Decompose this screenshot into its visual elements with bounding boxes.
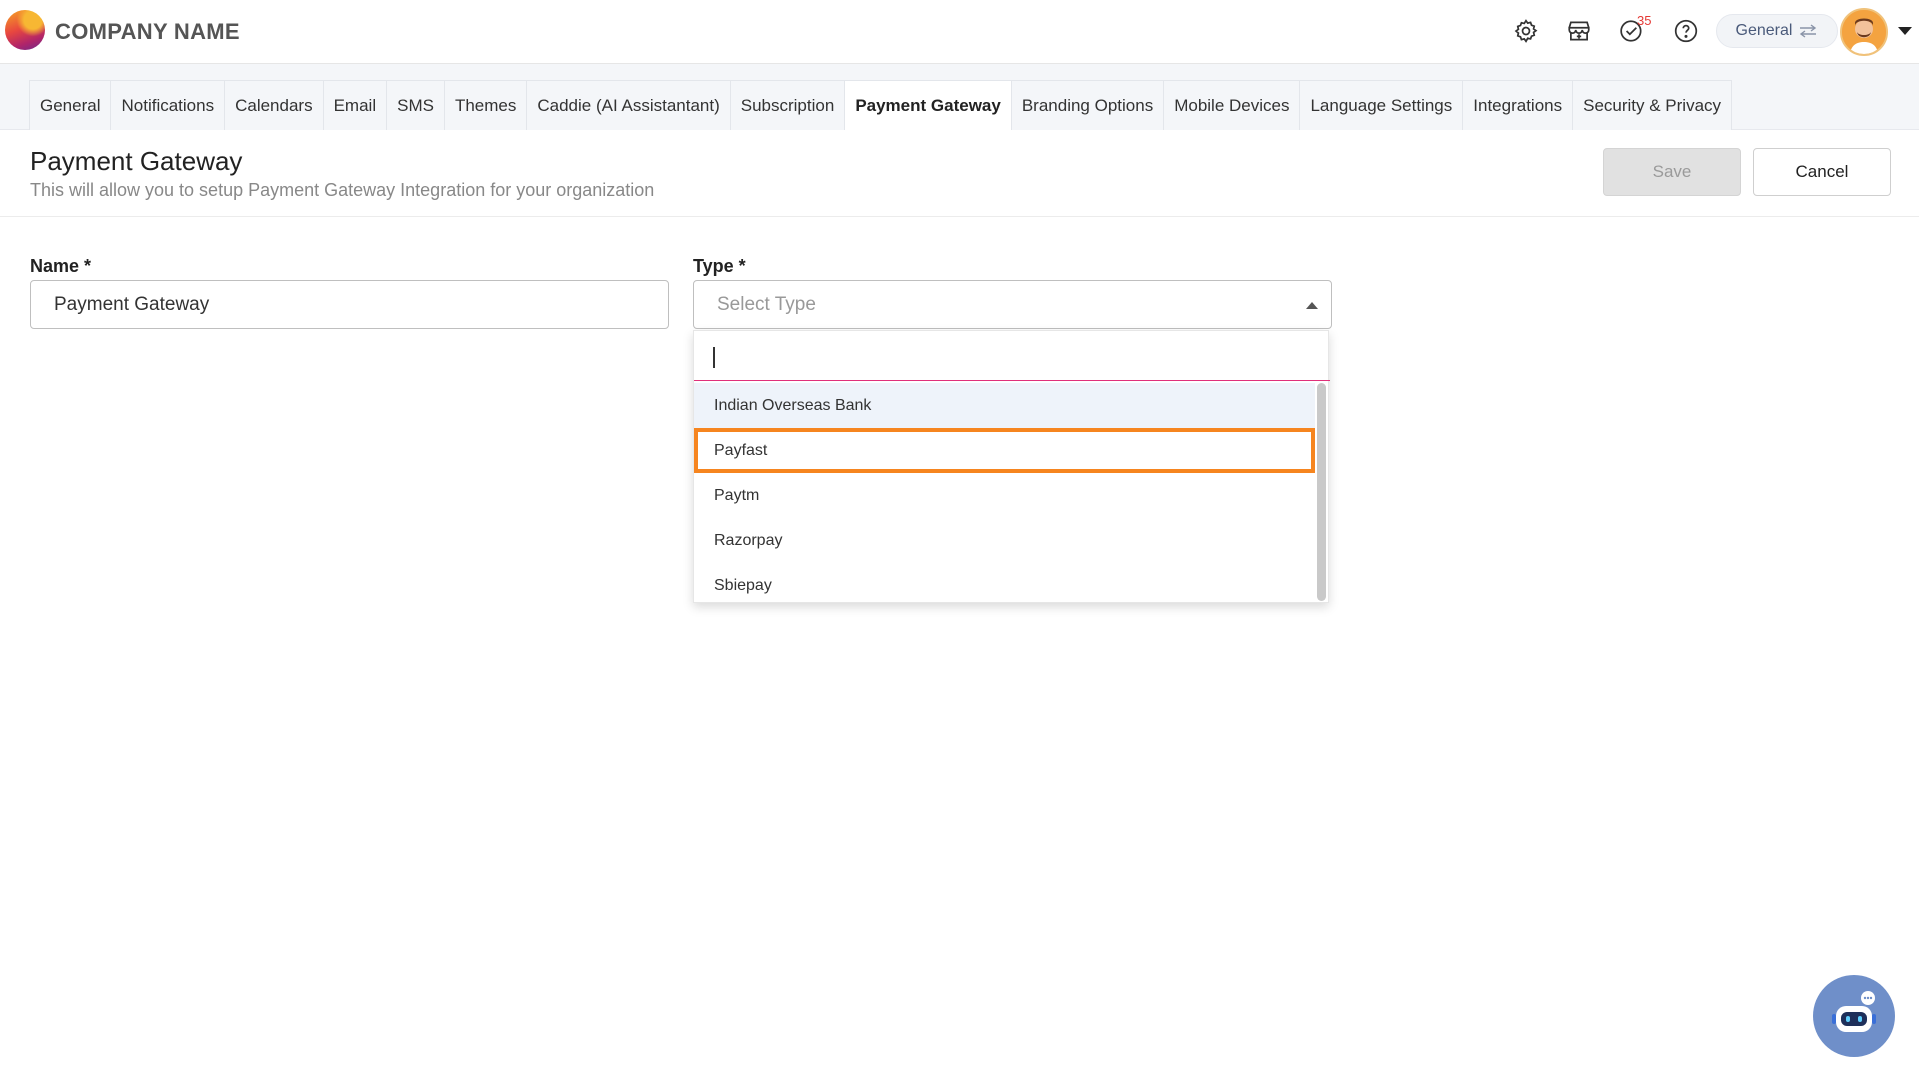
dropdown-scrollbar-thumb[interactable] — [1317, 383, 1326, 601]
option-indian-overseas-bank[interactable]: Indian Overseas Bank — [694, 383, 1315, 428]
cancel-button[interactable]: Cancel — [1753, 148, 1891, 196]
user-menu-caret-icon[interactable] — [1898, 27, 1912, 35]
tab-mobile-devices[interactable]: Mobile Devices — [1163, 80, 1301, 130]
tab-language-settings[interactable]: Language Settings — [1299, 80, 1464, 130]
org-switch-button[interactable]: General — [1716, 14, 1838, 48]
option-sbiepay[interactable]: Sbiepay — [694, 563, 1315, 608]
org-switch-label: General — [1735, 22, 1793, 39]
type-label: Type * — [693, 256, 746, 276]
top-bar: COMPANY NAME 35 General — [0, 0, 1919, 64]
option-paytm[interactable]: Paytm — [694, 473, 1315, 518]
help-icon[interactable] — [1671, 16, 1701, 46]
tab-payment-gateway[interactable]: Payment Gateway — [844, 80, 1012, 130]
name-label: Name * — [30, 256, 92, 276]
tab-caddie[interactable]: Caddie (AI Assistantant) — [526, 80, 731, 130]
dropdown-scrollbar[interactable] — [1315, 383, 1327, 601]
tab-security-privacy[interactable]: Security & Privacy — [1572, 80, 1733, 130]
save-button[interactable]: Save — [1603, 148, 1741, 196]
tab-general[interactable]: General — [29, 80, 112, 130]
tab-subscription[interactable]: Subscription — [729, 80, 846, 130]
text-cursor — [713, 347, 715, 368]
settings-icon[interactable] — [1511, 16, 1541, 46]
tab-email[interactable]: Email — [322, 80, 388, 130]
tab-themes[interactable]: Themes — [443, 80, 528, 130]
type-search-input[interactable] — [694, 331, 1330, 381]
notification-count-badge: 35 — [1637, 13, 1652, 28]
page-subtitle: This will allow you to setup Payment Gat… — [30, 180, 655, 200]
user-avatar[interactable] — [1840, 8, 1888, 56]
type-dropdown: Indian Overseas Bank Payfast Paytm Razor… — [693, 330, 1330, 603]
tab-notifications[interactable]: Notifications — [110, 80, 226, 130]
option-razorpay[interactable]: Razorpay — [694, 518, 1315, 563]
name-input[interactable]: Payment Gateway — [30, 280, 669, 329]
tab-sms[interactable]: SMS — [386, 80, 445, 130]
settings-tabs-bar: General Notifications Calendars Email SM… — [0, 64, 1919, 130]
swap-arrows-icon — [1800, 24, 1817, 38]
tab-branding-options[interactable]: Branding Options — [1010, 80, 1165, 130]
type-select-placeholder: Select Type — [717, 293, 816, 315]
tab-calendars[interactable]: Calendars — [224, 80, 324, 130]
company-logo[interactable] — [5, 10, 45, 50]
chatbot-button[interactable] — [1813, 975, 1895, 1057]
tab-integrations[interactable]: Integrations — [1462, 80, 1574, 130]
type-select[interactable]: Select Type — [693, 280, 1332, 329]
header-divider — [0, 216, 1919, 217]
company-name: COMPANY NAME — [55, 19, 240, 44]
settings-tabs: General Notifications Calendars Email SM… — [29, 80, 1733, 130]
store-icon[interactable] — [1564, 16, 1594, 46]
option-payfast[interactable]: Payfast — [694, 428, 1315, 473]
chevron-up-icon — [1306, 302, 1318, 309]
page-title: Payment Gateway — [30, 146, 243, 176]
robot-icon — [1832, 991, 1876, 1032]
